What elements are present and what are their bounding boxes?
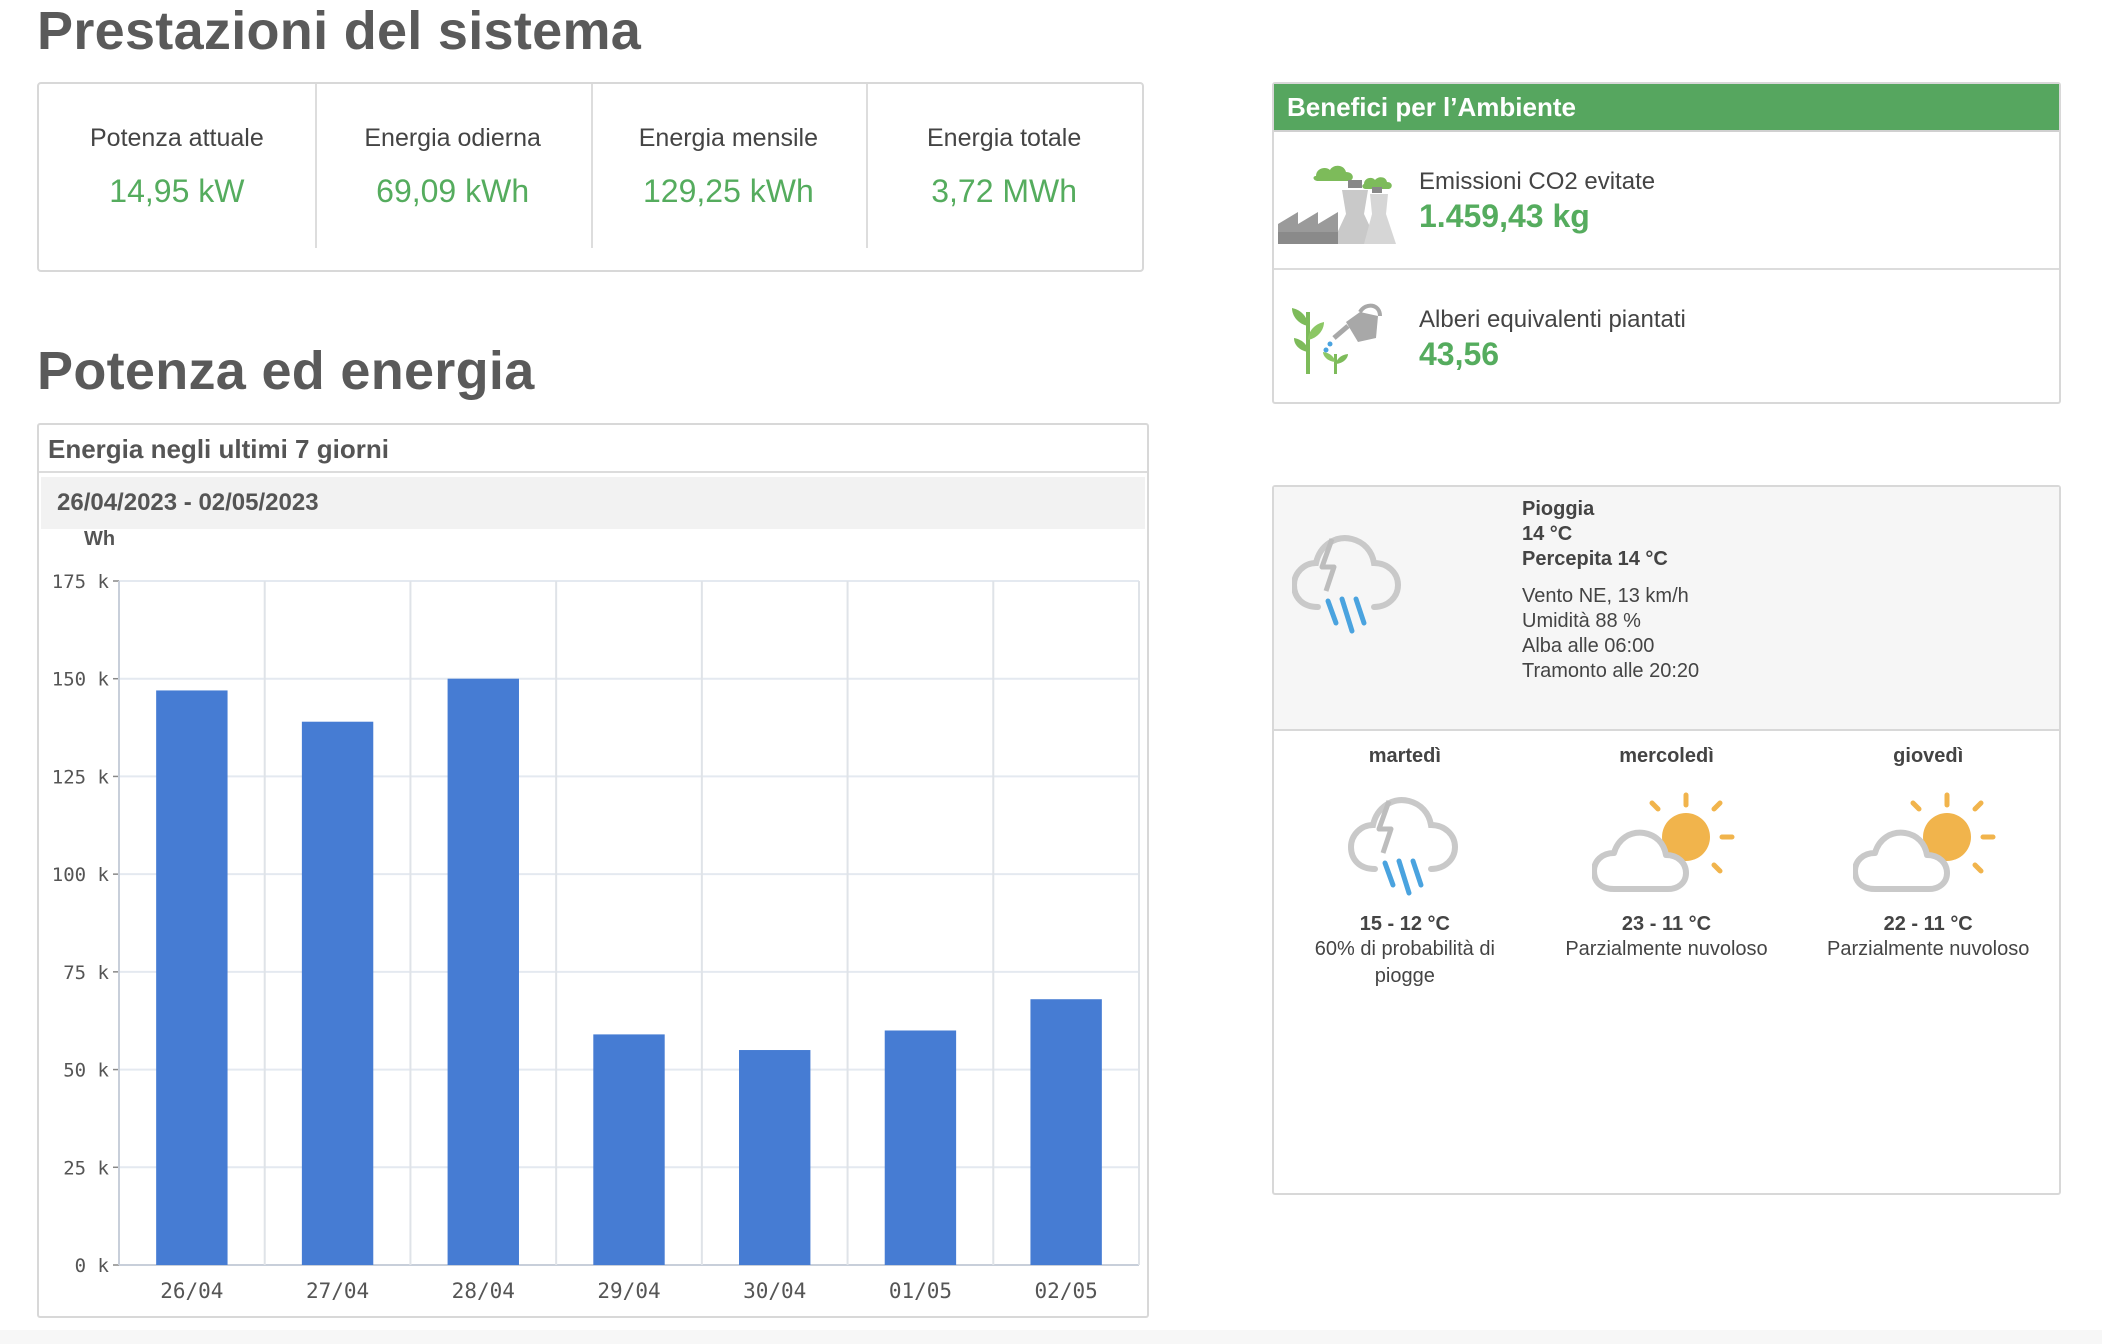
kpi-value: 14,95 kW: [109, 173, 245, 209]
kpi-label: Potenza attuale: [90, 124, 264, 152]
chart-date-range: 26/04/2023 - 02/05/2023: [41, 477, 1145, 529]
trees-label: Alberi equivalenti piantati: [1419, 306, 1686, 333]
current-feels-like: Percepita 14 °C: [1522, 548, 1668, 570]
current-temperature: 14 °C: [1522, 523, 1573, 545]
weather-panel: Pioggia 14 °C Percepita 14 °C Vento NE, …: [1272, 485, 2061, 1195]
y-tick-label: 0 k: [75, 1255, 110, 1277]
bar: [156, 690, 228, 1265]
forecast-description: Parzialmente nuvoloso: [1827, 938, 2030, 960]
bar: [301, 721, 374, 1265]
kpi-value: 129,25 kWh: [642, 173, 814, 209]
kpi-value: 3,72 MWh: [931, 173, 1078, 209]
x-tick-label: 27/04: [306, 1279, 369, 1303]
y-tick-label: 75 k: [63, 962, 109, 984]
current-weather-details: Pioggia 14 °C Percepita 14 °C Vento NE, …: [1522, 497, 1699, 684]
energy-bar-chart: Wh 0 k 25 k 50 k 75 k 100 k 125 k 150 k 175 k 26/…: [52, 528, 1140, 1303]
current-humidity: Umidità 88 %: [1522, 610, 1641, 632]
kpi-value: 69,09 kWh: [376, 173, 530, 209]
y-axis-label: Wh: [84, 528, 115, 550]
x-tick-label: 26/04: [160, 1279, 223, 1303]
x-tick-label: 28/04: [452, 1279, 515, 1303]
co2-row: Emissioni CO2 evitate 1.459,43 kg: [1274, 132, 2059, 268]
bar: [1030, 999, 1102, 1265]
page-footer-strip: [0, 1330, 2102, 1344]
y-tick-label: 175 k: [52, 571, 110, 593]
forecast-list: martedì 15 - 12 °C 60% di probabilità di…: [1274, 731, 2059, 990]
y-tick-label: 50 k: [63, 1060, 109, 1082]
storm-rain-icon: [1292, 535, 1402, 634]
trees-row: Alberi equivalenti piantati 43,56: [1274, 268, 2059, 406]
y-tick-label: 125 k: [52, 766, 110, 788]
forecast-day-name: giovedì: [1893, 745, 1964, 767]
y-tick-label: 150 k: [52, 669, 110, 691]
bar: [739, 1050, 811, 1265]
current-sunrise: Alba alle 06:00: [1522, 635, 1655, 657]
forecast-day-name: mercoledì: [1619, 745, 1714, 767]
forecast-temperature: 23 - 11 °C: [1621, 913, 1712, 935]
y-tick-label: 25 k: [63, 1157, 109, 1179]
co2-value: 1.459,43 kg: [1419, 198, 1590, 234]
kpi-daily-energy: Energia odierna 69,09 kWh: [314, 84, 591, 270]
current-weather: Pioggia 14 °C Percepita 14 °C Vento NE, …: [1274, 487, 2059, 731]
kpi-current-power: Potenza attuale 14,95 kW: [39, 84, 315, 270]
current-sunset: Tramonto alle 20:20: [1522, 660, 1700, 682]
forecast-day: mercoledì 23 - 11 °C Parzialmente nuvolo…: [1536, 745, 1798, 990]
environment-title: Benefici per l’Ambiente: [1274, 84, 2059, 132]
trees-value: 43,56: [1419, 336, 1500, 372]
kpi-label: Energia odierna: [364, 124, 541, 152]
co2-label: Emissioni CO2 evitate: [1419, 168, 1656, 195]
forecast-temperature: 15 - 12 °C: [1359, 913, 1450, 935]
x-tick-label: 29/04: [597, 1279, 660, 1303]
kpi-panel: Potenza attuale 14,95 kW Energia odierna…: [37, 82, 1144, 272]
x-tick-label: 01/05: [889, 1279, 952, 1303]
kpi-label: Energia totale: [926, 124, 1082, 152]
kpi-total-energy: Energia totale 3,72 MWh: [866, 84, 1142, 270]
current-condition: Pioggia: [1522, 498, 1595, 520]
forecast-temperature: 22 - 11 °C: [1883, 913, 1973, 935]
x-tick-label: 30/04: [743, 1279, 806, 1303]
y-tick-label: 100 k: [52, 864, 110, 886]
forecast-day: martedì 15 - 12 °C 60% di probabilità di…: [1274, 745, 1536, 990]
forecast-day-name: martedì: [1368, 745, 1441, 767]
page-title-power-energy: Potenza ed energia: [37, 341, 535, 401]
partly-cloudy-icon: [1853, 792, 1996, 892]
environment-panel: Benefici per l’Ambiente Emissioni CO2 ev…: [1272, 82, 2061, 404]
current-wind: Vento NE, 13 km/h: [1522, 585, 1689, 607]
chart-panel-title: Energia negli ultimi 7 giorni: [39, 425, 1147, 473]
energy-chart-panel: Energia negli ultimi 7 giorni 26/04/2023…: [37, 423, 1149, 1318]
x-tick-label: 02/05: [1035, 1279, 1098, 1303]
bar: [447, 678, 519, 1265]
kpi-label: Energia mensile: [638, 124, 818, 152]
bar: [593, 1034, 665, 1265]
tree-watering-icon: [1292, 303, 1382, 374]
forecast-description: 60% di probabilità di piogge: [1314, 938, 1495, 987]
bar: [884, 1030, 957, 1265]
storm-rain-icon: [1347, 797, 1458, 896]
kpi-monthly-energy: Energia mensile 129,25 kWh: [590, 84, 867, 270]
forecast-day: giovedì 22 - 11 °C Parzialmente nuvoloso: [1797, 745, 2059, 990]
partly-cloudy-icon: [1591, 792, 1734, 892]
page-title-performance: Prestazioni del sistema: [37, 1, 642, 61]
factory-icon: [1278, 165, 1396, 244]
forecast-description: Parzialmente nuvoloso: [1565, 938, 1768, 960]
